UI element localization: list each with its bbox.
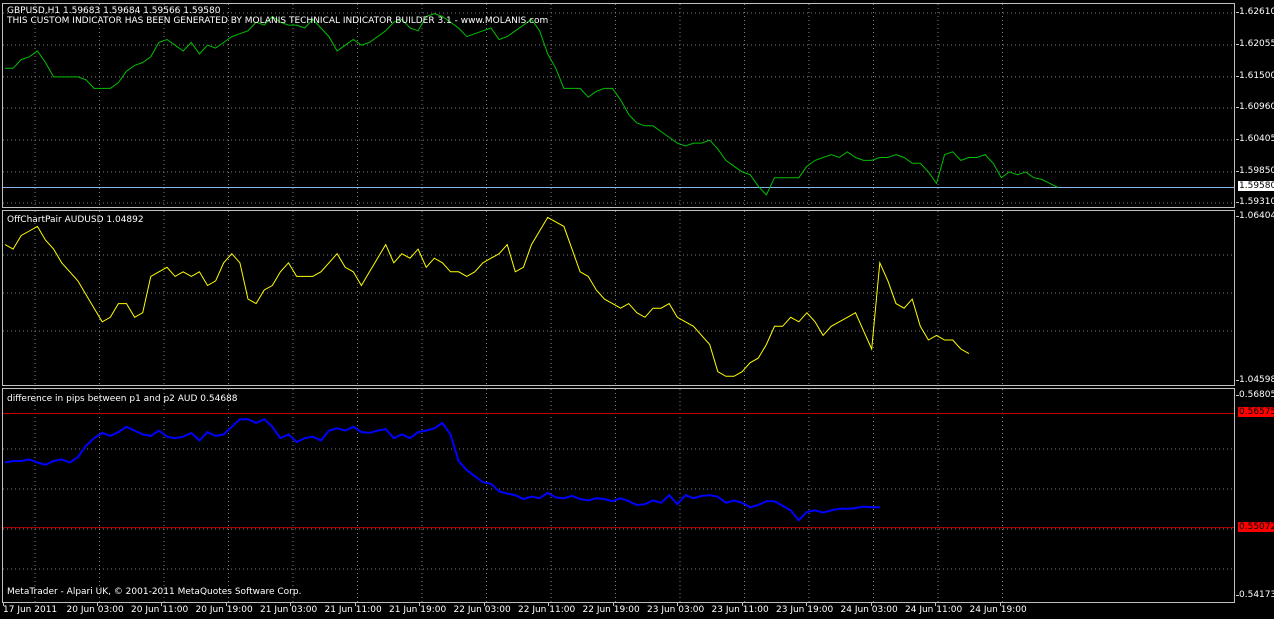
difference-line — [4, 418, 880, 522]
time-label: 20 Jun 11:00 — [131, 605, 189, 615]
difference-chart — [3, 389, 1234, 602]
time-label: 21 Jun 11:00 — [324, 605, 382, 615]
platform-footer: MetaTrader - Alpari UK, © 2001-2011 Meta… — [7, 587, 302, 597]
current-price-badge: 1.59580 — [1238, 181, 1274, 192]
main-axis-label: 1.59850 — [1239, 165, 1274, 176]
main-axis-label: 1.61500 — [1239, 70, 1274, 81]
offchart-axis-label: 1.04598 — [1239, 375, 1274, 385]
main-price-axis: 1.62610 1.62055 1.61500 1.60960 1.60405 1.598… — [1236, 3, 1274, 208]
difference-price-axis: 0.56805 0.54173 0.56575 0.55072 — [1236, 388, 1274, 603]
time-label: 24 Jun 19:00 — [969, 605, 1027, 615]
offchart-price-axis: 1.06404 1.04598 — [1236, 210, 1274, 386]
time-label: 22 Jun 19:00 — [582, 605, 640, 615]
difference-panel[interactable]: difference in pips between p1 and p2 AUD… — [2, 388, 1235, 603]
main-axis-label: 1.60405 — [1239, 133, 1274, 144]
difference-panel-title: difference in pips between p1 and p2 AUD… — [7, 394, 238, 404]
offchart-panel-title: OffChartPair AUDUSD 1.04892 — [7, 215, 144, 225]
level-low-badge: 0.55072 — [1238, 521, 1274, 532]
time-label: 23 Jun 11:00 — [711, 605, 769, 615]
main-price-panel[interactable]: GBPUSD,H1 1.59683 1.59684 1.59566 1.5958… — [2, 3, 1235, 208]
time-label: 17 Jun 2011 — [3, 605, 58, 615]
main-axis-label: 1.62055 — [1239, 38, 1274, 49]
difference-axis-label: 0.56805 — [1239, 390, 1274, 400]
offchart-axis-label: 1.06404 — [1239, 211, 1274, 221]
time-label: 23 Jun 03:00 — [647, 605, 705, 615]
difference-axis-label: 0.54173 — [1239, 590, 1274, 600]
main-axis-label: 1.62610 — [1239, 7, 1274, 17]
time-label: 20 Jun 03:00 — [66, 605, 124, 615]
time-label: 24 Jun 11:00 — [905, 605, 963, 615]
audusd-line — [4, 216, 970, 377]
main-panel-subtitle: THIS CUSTOM INDICATOR HAS BEEN GENERATED… — [7, 16, 549, 26]
time-label: 21 Jun 19:00 — [389, 605, 447, 615]
time-label: 20 Jun 19:00 — [195, 605, 253, 615]
main-axis-label: 1.59310 — [1239, 197, 1274, 207]
offchart-panel[interactable]: OffChartPair AUDUSD 1.04892 — [2, 210, 1235, 386]
time-label: 23 Jun 19:00 — [776, 605, 834, 615]
main-axis-label: 1.60960 — [1239, 102, 1274, 112]
gbpusd-chart — [3, 4, 1234, 207]
time-label: 22 Jun 11:00 — [518, 605, 576, 615]
level-high-badge: 0.56575 — [1238, 407, 1274, 418]
time-label: 21 Jun 03:00 — [260, 605, 318, 615]
gbpusd-line — [5, 13, 1059, 196]
time-label: 24 Jun 03:00 — [840, 605, 898, 615]
time-label: 22 Jun 03:00 — [453, 605, 511, 615]
audusd-chart — [3, 211, 1234, 385]
time-axis: 17 Jun 2011 20 Jun 03:00 20 Jun 11:00 20 Ju… — [0, 603, 1236, 619]
